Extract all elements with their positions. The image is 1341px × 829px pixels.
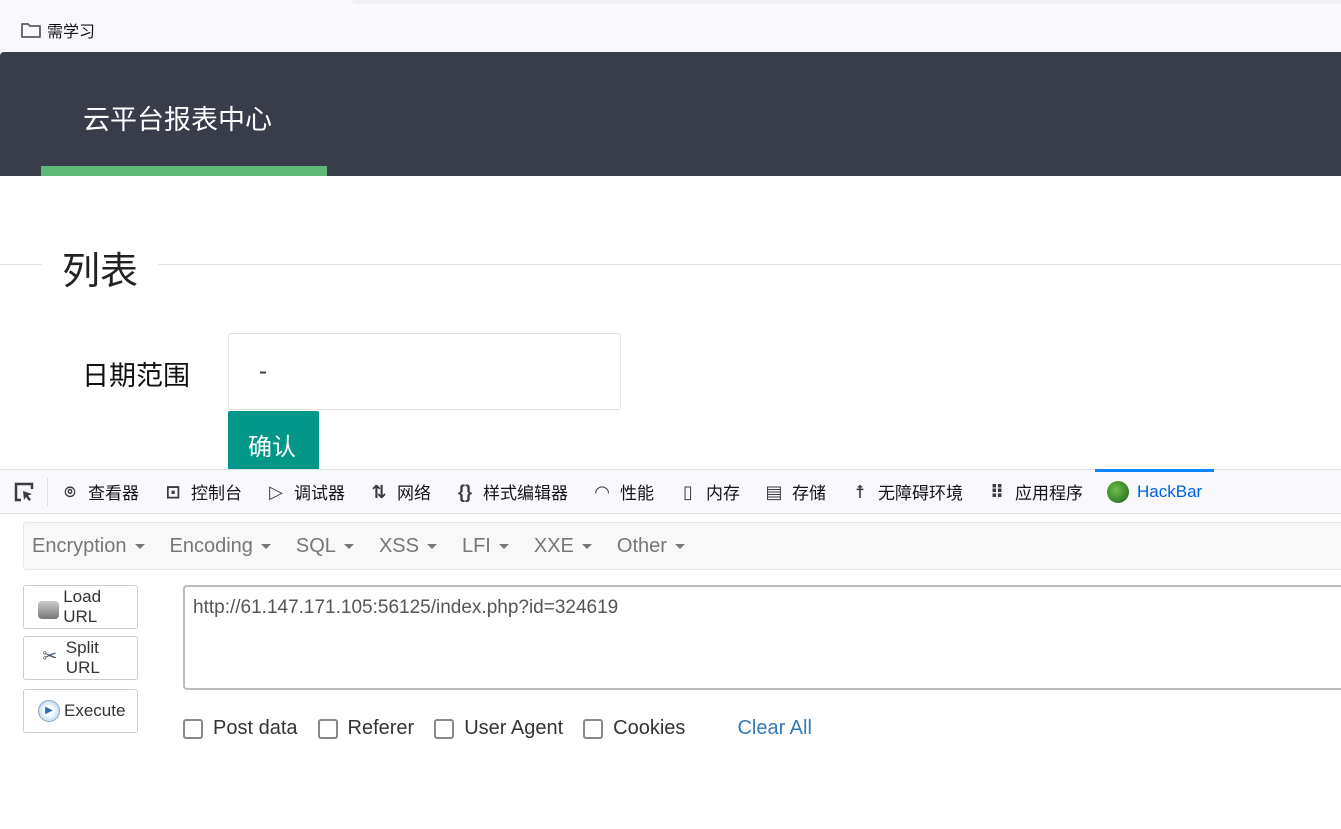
app-title[interactable]: 云平台报表中心 (83, 98, 272, 137)
menu-lfi[interactable]: LFI (462, 535, 509, 558)
tab-console[interactable]: ⊡ 控制台 (151, 470, 254, 514)
picker-icon (14, 482, 33, 501)
performance-icon: ◠ (595, 481, 609, 502)
tab-label: 查看器 (88, 484, 139, 503)
tab-label: 内存 (706, 484, 740, 503)
tab-label: 性能 (620, 484, 654, 503)
menu-encoding[interactable]: Encoding (170, 535, 271, 558)
tab-application[interactable]: ⠿ 应用程序 (975, 470, 1095, 514)
tab-label: 样式编辑器 (483, 484, 568, 503)
clear-all-link[interactable]: Clear All (737, 717, 811, 740)
play-icon: ▶ (38, 700, 60, 722)
style-editor-icon: {} (457, 481, 472, 502)
tab-network[interactable]: ⇅ 网络 (357, 470, 443, 514)
menu-xss[interactable]: XSS (379, 535, 437, 558)
tab-hackbar[interactable]: HackBar (1095, 468, 1215, 514)
confirm-button[interactable]: 确认 (228, 411, 319, 469)
bookmarks-bar: 需学习 (0, 0, 1341, 52)
checkbox-label: Cookies (613, 717, 686, 739)
tab-label: 调试器 (294, 484, 345, 503)
cookies-checkbox[interactable]: Cookies (583, 717, 685, 740)
checkbox-box[interactable] (183, 718, 203, 739)
accessibility-icon: ☨ (855, 481, 865, 502)
element-picker-button[interactable] (0, 477, 48, 506)
split-url-button[interactable]: ✂ Split URL (23, 636, 138, 680)
menu-xxe[interactable]: XXE (534, 535, 592, 558)
execute-button[interactable]: ▶ Execute (23, 689, 138, 733)
hackbar-menu: Encryption Encoding SQL XSS LFI XXE Othe… (23, 522, 1341, 570)
button-label: Load URL (63, 587, 102, 626)
load-url-button[interactable]: Load URL (23, 585, 138, 629)
tab-label: 存储 (792, 484, 826, 503)
button-label: Split URL (65, 638, 100, 677)
divider (0, 264, 1341, 265)
tab-performance[interactable]: ◠ 性能 (580, 470, 666, 514)
url-textarea[interactable]: http://61.147.171.105:56125/index.php?id… (183, 585, 1341, 690)
storage-icon: ▤ (765, 481, 783, 502)
load-url-icon (38, 601, 60, 619)
checkbox-box[interactable] (434, 718, 455, 739)
toolbar-edge (352, 0, 1341, 4)
referer-checkbox[interactable]: Referer (317, 717, 415, 740)
hackbar-options: Post data Referer User Agent Cookies Cle… (183, 717, 812, 740)
user-agent-checkbox[interactable]: User Agent (434, 717, 563, 740)
checkbox-label: Referer (347, 717, 415, 739)
post-data-checkbox[interactable]: Post data (183, 717, 298, 740)
tab-label: 应用程序 (1015, 484, 1083, 503)
checkbox-label: User Agent (464, 717, 564, 739)
active-nav-indicator (41, 166, 327, 176)
bookmark-label: 需学习 (47, 24, 96, 41)
checkbox-box[interactable] (583, 718, 604, 739)
app-header: 云平台报表中心 (0, 52, 1341, 176)
bookmark-folder[interactable]: 需学习 (20, 18, 95, 42)
tab-accessibility[interactable]: ☨ 无障碍环境 (838, 470, 975, 514)
tab-style-editor[interactable]: {} 样式编辑器 (443, 470, 580, 514)
menu-other[interactable]: Other (617, 535, 685, 558)
tab-label: 无障碍环境 (878, 484, 963, 503)
scissors-icon: ✂ (42, 646, 58, 666)
memory-icon: ▯ (683, 481, 693, 502)
tab-label: 控制台 (191, 484, 242, 503)
menu-encryption[interactable]: Encryption (32, 535, 145, 558)
inspector-icon: ⌾ (64, 481, 76, 502)
application-icon: ⠿ (989, 481, 1005, 502)
button-label: Execute (64, 701, 126, 720)
menu-sql[interactable]: SQL (296, 535, 354, 558)
checkbox-label: Post data (213, 717, 298, 739)
tab-label: 网络 (397, 484, 431, 503)
hackbar-icon (1107, 480, 1129, 503)
devtools-toolbar: ⌾ 查看器 ⊡ 控制台 ▷ 调试器 ⇅ 网络 {} 样式编辑器 ◠ 性能 ▯ 内存 ▤ 存储 ☨… (0, 468, 1341, 514)
console-icon: ⊡ (165, 481, 181, 502)
date-range-input[interactable]: - (228, 333, 621, 410)
tab-debugger[interactable]: ▷ 调试器 (254, 470, 357, 514)
tab-label: HackBar (1137, 481, 1203, 501)
tab-memory[interactable]: ▯ 内存 (666, 470, 752, 514)
tab-inspector[interactable]: ⌾ 查看器 (48, 470, 151, 514)
debugger-icon: ▷ (269, 481, 283, 502)
tab-storage[interactable]: ▤ 存储 (752, 470, 838, 514)
date-range-label: 日期范围 (82, 361, 190, 391)
section-title: 列表 (42, 240, 159, 295)
folder-icon (21, 23, 41, 38)
network-icon: ⇅ (371, 481, 387, 502)
checkbox-box[interactable] (317, 718, 338, 739)
